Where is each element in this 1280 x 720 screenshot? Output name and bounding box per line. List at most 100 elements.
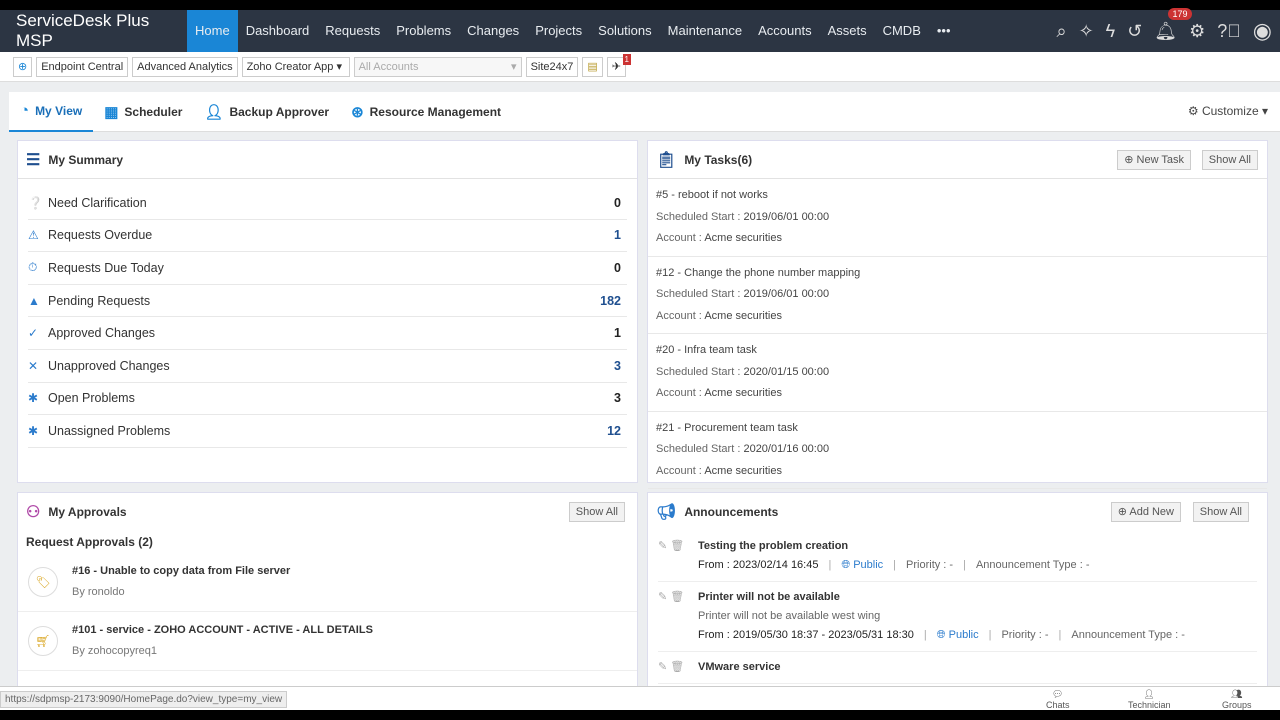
announcement-title[interactable]: Printer will not be available [698, 588, 1257, 607]
announcement-priority: Priority : - [906, 559, 954, 571]
summary-row-icon: ▲ [28, 293, 40, 308]
ai-sparkle-icon[interactable]: ✧ [1079, 21, 1094, 42]
summary-row[interactable]: ⏱ Requests Due Today 0 [28, 252, 627, 285]
rocket-badge: 1 [622, 53, 631, 65]
announcement-visibility: Public [853, 559, 884, 571]
task-item[interactable]: #20 - Infra team task Scheduled Start : 2… [648, 334, 1267, 412]
task-title[interactable]: #5 - reboot if not works [656, 185, 1259, 207]
nav-assets[interactable]: Assets [820, 10, 875, 52]
customize-button[interactable]: ⚙ Customize ▾ [1188, 104, 1268, 118]
bell-icon[interactable]: 🔔︎ [1154, 21, 1177, 42]
app-logo[interactable]: ServiceDesk Plus MSP [0, 11, 187, 51]
edit-icon[interactable]: ✎ [658, 591, 667, 603]
nav-cmdb[interactable]: CMDB [875, 10, 929, 52]
task-item[interactable]: #12 - Change the phone number mapping Sch… [648, 257, 1267, 334]
rocket-icon[interactable]: ✈ 1 [606, 53, 631, 77]
view-tabs: ◔ My View ▦ Scheduler 👤︎ Backup Approver ⊛ R… [9, 92, 1280, 132]
technician-button[interactable]: 👤︎ Technician [1128, 689, 1171, 710]
task-title[interactable]: #20 - Infra team task [656, 340, 1259, 362]
advanced-analytics-button[interactable]: Advanced Analytics [132, 56, 238, 77]
tab-resource-management[interactable]: ⊛ Resource Management [340, 92, 512, 132]
approval-title[interactable]: #16 - Unable to copy data from File serv… [72, 561, 290, 582]
customize-label: Customize [1201, 104, 1259, 118]
summary-count[interactable]: 0 [614, 196, 627, 210]
task-item[interactable]: #21 - Procurement team task Scheduled Sta… [648, 412, 1267, 489]
nav-home[interactable]: Home [187, 10, 238, 52]
tab-scheduler[interactable]: ▦ Scheduler [93, 92, 193, 132]
calendar-icon: ▦ [104, 103, 119, 121]
approval-item[interactable]: 🏷︎ #16 - Unable to copy data from File se… [18, 553, 637, 612]
tasks-show-all-button[interactable]: Show All [1201, 150, 1258, 170]
summary-count[interactable]: 1 [614, 228, 627, 242]
nav-problems[interactable]: Problems [388, 10, 459, 52]
nav-dashboard[interactable]: Dashboard [238, 10, 318, 52]
lightning-icon[interactable]: ϟ [1106, 21, 1116, 42]
summary-count[interactable]: 3 [614, 359, 627, 373]
approval-type-icon: 🏷︎ [28, 567, 58, 597]
search-icon[interactable]: ⌕ [1056, 21, 1066, 42]
announcement-item[interactable]: ✎ 🗑︎ Printer will not be available Printer… [658, 582, 1257, 652]
my-tasks-panel: 📋︎ My Tasks(6) ⊕ New Task Show All #5 - r… [647, 140, 1268, 489]
nav-changes[interactable]: Changes [459, 10, 527, 52]
site24x7-button[interactable]: Site24x7 [525, 56, 579, 77]
trash-icon[interactable]: 🗑︎ [670, 591, 684, 603]
approval-title[interactable]: #101 - service - ZOHO ACCOUNT - ACTIVE -… [72, 620, 373, 641]
summary-row[interactable]: ✕ Unapproved Changes 3 [28, 350, 627, 383]
nav-more[interactable]: ••• [929, 10, 959, 52]
announcement-title[interactable]: VMware service [698, 658, 1257, 677]
history-icon[interactable]: ↺ [1127, 21, 1142, 42]
announcement-item[interactable]: ✎ 🗑︎ Testing the problem creation From : 2… [658, 531, 1257, 582]
nav-solutions[interactable]: Solutions [590, 10, 659, 52]
summary-count[interactable]: 1 [614, 326, 627, 340]
summary-row[interactable]: ✓ Approved Changes 1 [28, 317, 627, 350]
quick-add-icon[interactable]: ⊕ [13, 56, 33, 77]
tab-label: My View [35, 103, 83, 118]
account-select[interactable]: All Accounts ▾ [353, 56, 522, 77]
summary-row[interactable]: ✱ Open Problems 3 [28, 383, 627, 416]
clipboard-icon[interactable]: ▤ [582, 56, 603, 77]
summary-count[interactable]: 0 [614, 261, 627, 275]
trash-icon[interactable]: 🗑︎ [670, 661, 684, 673]
help-icon[interactable]: ?⃝ [1217, 21, 1241, 42]
summary-count[interactable]: 182 [600, 294, 627, 308]
tab-my-view[interactable]: ◔ My View [9, 92, 94, 132]
summary-row[interactable]: ✱ Unassigned Problems 12 [28, 415, 627, 448]
announcements-show-all-button[interactable]: Show All [1192, 502, 1249, 522]
edit-icon[interactable]: ✎ [658, 540, 667, 552]
summary-row[interactable]: ❔ Need Clarification 0 [28, 187, 627, 220]
approvals-show-all-button[interactable]: Show All [568, 502, 625, 522]
task-start: 2019/06/01 00:00 [743, 210, 830, 223]
add-announcement-button[interactable]: ⊕ Add New [1110, 502, 1181, 522]
avatar[interactable]: ◉ [1253, 18, 1272, 44]
task-title[interactable]: #21 - Procurement team task [656, 418, 1259, 440]
gear-icon[interactable]: ⚙ [1189, 21, 1205, 42]
panel-title: My Tasks(6) [684, 152, 753, 167]
nav-accounts[interactable]: Accounts [750, 10, 819, 52]
main-area: ◔ My View ▦ Scheduler 👤︎ Backup Approver ⊛ R… [0, 82, 1280, 692]
task-title[interactable]: #12 - Change the phone number mapping [656, 263, 1259, 285]
nav-projects[interactable]: Projects [527, 10, 590, 52]
summary-row[interactable]: ⚠ Requests Overdue 1 [28, 220, 627, 253]
summary-label: Unassigned Problems [48, 423, 171, 438]
user-icon: 👤︎ [204, 103, 224, 121]
endpoint-central-button[interactable]: Endpoint Central [36, 56, 129, 77]
nav-requests[interactable]: Requests [317, 10, 388, 52]
groups-button[interactable]: 👥︎ Groups [1222, 689, 1252, 710]
trash-icon[interactable]: 🗑︎ [670, 540, 684, 552]
nav-maintenance[interactable]: Maintenance [660, 10, 750, 52]
status-bar: https://sdpmsp-2173:9090/HomePage.do?vie… [0, 686, 1280, 710]
announcement-item[interactable]: ✎ 🗑︎ VMware service [658, 652, 1257, 684]
announcement-title[interactable]: Testing the problem creation [698, 537, 1257, 556]
chats-button[interactable]: 💬︎ Chats [1046, 689, 1070, 710]
edit-icon[interactable]: ✎ [658, 661, 667, 673]
summary-count[interactable]: 12 [607, 424, 627, 438]
summary-row[interactable]: ▲ Pending Requests 182 [28, 285, 627, 318]
new-task-button[interactable]: ⊕ New Task [1117, 150, 1191, 170]
approval-type-icon: 🛒︎ [28, 626, 58, 656]
announcement-visibility: Public [948, 629, 979, 641]
task-item[interactable]: #5 - reboot if not works Scheduled Start … [648, 179, 1267, 257]
tab-backup-approver[interactable]: 👤︎ Backup Approver [193, 92, 340, 132]
summary-count[interactable]: 3 [614, 391, 627, 405]
zoho-creator-dropdown[interactable]: Zoho Creator App ▾ [241, 56, 350, 77]
approval-item[interactable]: 🛒︎ #101 - service - ZOHO ACCOUNT - ACTIVE… [18, 612, 637, 671]
